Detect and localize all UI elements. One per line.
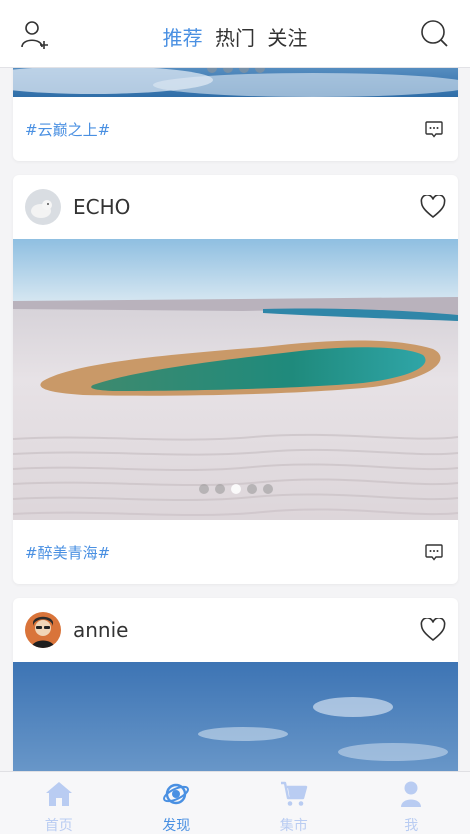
lagoon-image — [13, 239, 458, 520]
carousel-dot[interactable] — [246, 484, 257, 494]
post-footer: #醉美青海# — [13, 520, 458, 584]
heart-icon[interactable] — [420, 195, 446, 219]
nav-discover[interactable]: 发现 — [118, 772, 236, 834]
post-header: annie — [13, 598, 458, 662]
username[interactable]: ECHO — [73, 195, 130, 219]
comment-icon[interactable] — [424, 542, 444, 562]
nav-me[interactable]: 我 — [353, 772, 470, 834]
post-card: ECHO #醉美青海# — [13, 175, 458, 584]
discover-planet-icon — [163, 783, 190, 805]
search-icon[interactable] — [420, 19, 450, 49]
tab-popular[interactable]: 热门 — [215, 22, 255, 51]
post-header: ECHO — [13, 175, 458, 239]
carousel-dot[interactable] — [262, 484, 273, 494]
avatar[interactable] — [25, 612, 61, 648]
tab-following[interactable]: 关注 — [267, 22, 307, 51]
nav-home[interactable]: 首页 — [0, 772, 118, 834]
feed-tabs: 推荐 热门 关注 — [0, 22, 470, 51]
nav-label: 发现 — [162, 818, 191, 834]
person-icon — [401, 781, 422, 807]
username[interactable]: annie — [73, 618, 128, 642]
carousel-dot-active[interactable] — [230, 484, 241, 494]
tab-recommended[interactable]: 推荐 — [163, 22, 203, 51]
heart-icon[interactable] — [420, 618, 446, 642]
nav-market[interactable]: 集市 — [235, 772, 353, 834]
nav-label: 首页 — [44, 818, 73, 834]
post-tag[interactable]: #醉美青海# — [25, 542, 110, 563]
nav-label: 集市 — [279, 818, 308, 834]
home-icon — [45, 782, 72, 806]
nav-label: 我 — [404, 818, 419, 834]
top-header: 推荐 热门 关注 — [0, 0, 470, 68]
feed[interactable]: #云巅之上# ECHO #醉美青海# annie — [0, 0, 470, 834]
post-photo[interactable] — [13, 239, 458, 520]
avatar[interactable] — [25, 189, 61, 225]
comment-icon[interactable] — [424, 119, 444, 139]
bottom-nav: 首页 发现 集市 我 — [0, 771, 470, 834]
carousel-dot[interactable] — [214, 484, 225, 494]
carousel-dots — [13, 479, 458, 498]
carousel-dot[interactable] — [198, 484, 209, 494]
post-tag[interactable]: #云巅之上# — [25, 119, 110, 140]
cart-icon — [280, 781, 307, 806]
post-footer: #云巅之上# — [13, 97, 458, 161]
